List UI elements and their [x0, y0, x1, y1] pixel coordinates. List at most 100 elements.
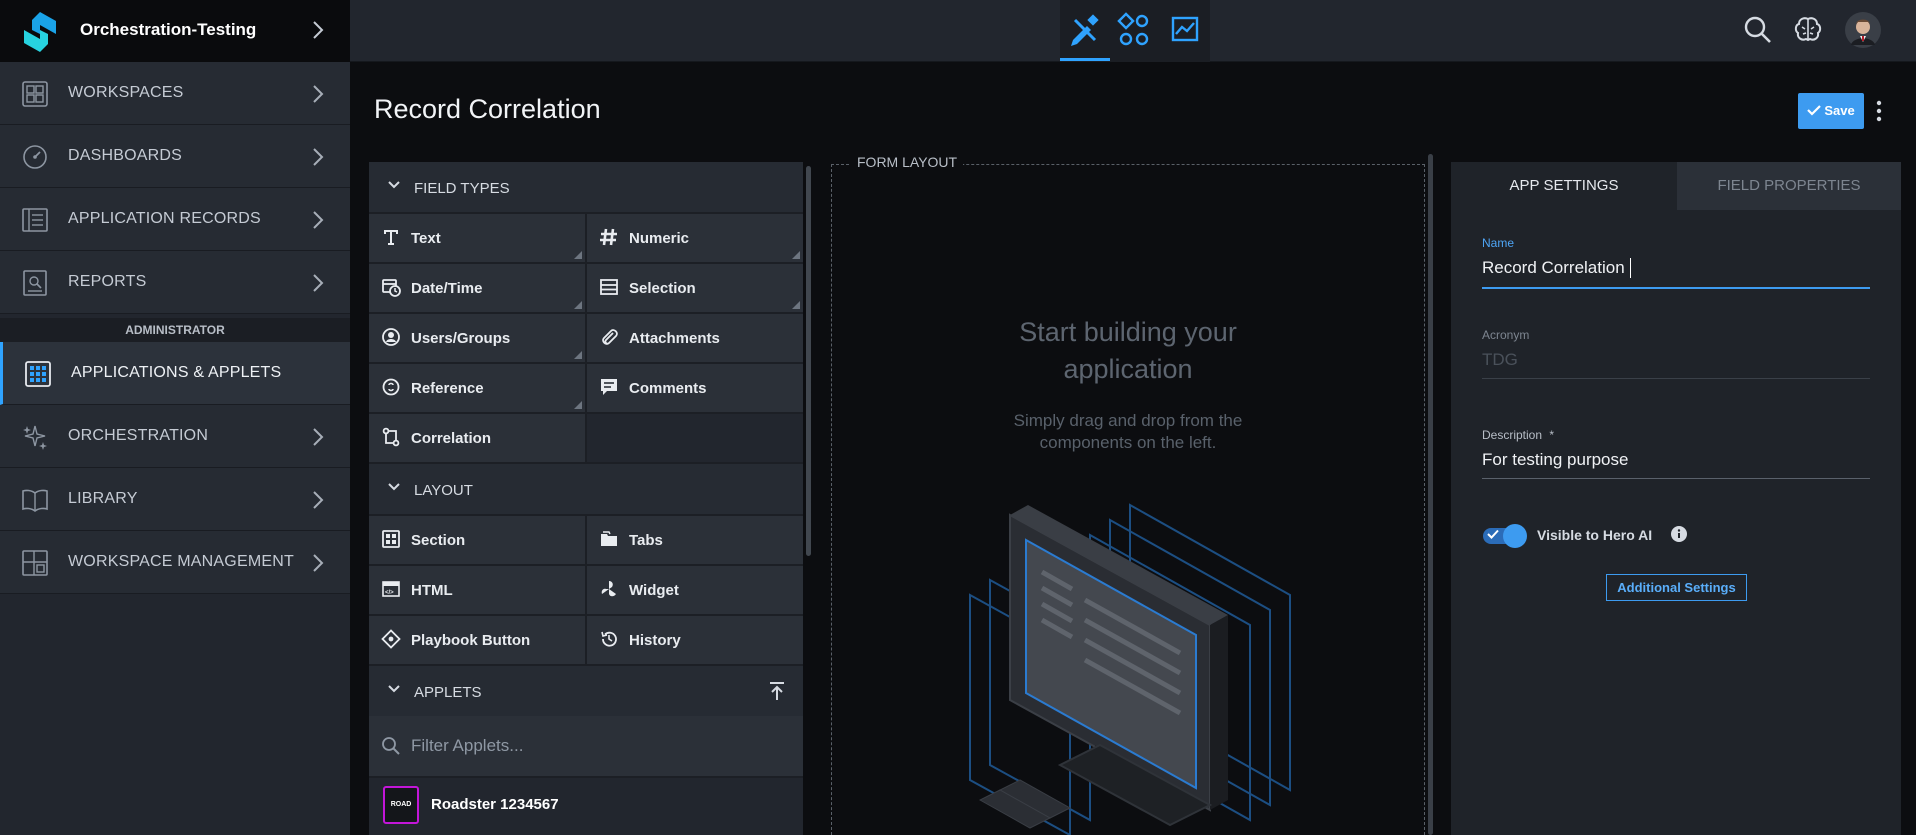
empty-sub-line: components on the left. — [1039, 433, 1217, 452]
panel-scrollbar[interactable] — [806, 166, 811, 556]
visible-to-hero-ai-toggle[interactable] — [1483, 524, 1529, 548]
field-types-header[interactable]: FIELD TYPES — [369, 162, 803, 212]
chevron-right-icon — [313, 554, 324, 572]
chevron-right-icon — [313, 85, 324, 103]
user-avatar[interactable] — [1845, 12, 1881, 48]
acronym-label: Acronym — [1482, 328, 1530, 342]
field-label: Numeric — [629, 230, 690, 247]
widget-icon — [601, 581, 616, 597]
tenant-switcher[interactable]: Orchestration-Testing — [0, 0, 350, 62]
additional-settings-button[interactable]: Additional Settings — [1606, 574, 1747, 601]
section-label: APPLETS — [414, 684, 482, 701]
required-marker: * — [1549, 428, 1555, 442]
active-tab-indicator — [1060, 58, 1110, 61]
section-label: LAYOUT — [414, 482, 473, 499]
dashboard-gauge-icon — [23, 145, 47, 169]
sidebar-item-library[interactable]: LIBRARY — [0, 468, 350, 531]
description-label-text: Description — [1482, 428, 1543, 442]
collapse-to-top-icon[interactable] — [769, 681, 785, 701]
acronym-field[interactable]: TDG — [1482, 350, 1518, 370]
applet-name: Roadster 1234567 — [431, 796, 559, 813]
applets-header[interactable]: APPLETS — [369, 666, 803, 716]
layout-history[interactable]: History — [587, 616, 803, 664]
name-field[interactable]: Record Correlation — [1482, 258, 1625, 278]
hash-icon — [600, 228, 617, 246]
filter-applets-input[interactable] — [411, 732, 781, 760]
empty-state-title: Start building your application — [831, 314, 1425, 388]
sidebar-item-applications-applets[interactable]: APPLICATIONS & APPLETS — [0, 342, 350, 405]
field-type-reference[interactable]: Reference — [369, 364, 585, 412]
field-label: Reference — [411, 380, 484, 397]
save-button[interactable]: Save — [1798, 93, 1864, 129]
text-caret — [1630, 258, 1631, 278]
reports-icon — [23, 270, 47, 296]
playbook-icon — [381, 629, 401, 649]
applet-item[interactable]: ROAD Roadster 1234567 — [369, 778, 803, 835]
chart-icon[interactable] — [1165, 12, 1205, 48]
field-type-attachments[interactable]: Attachments — [587, 314, 803, 362]
chevron-down-icon — [388, 483, 400, 491]
chevron-right-icon — [313, 211, 324, 229]
field-label: Section — [411, 532, 466, 549]
field-type-numeric[interactable]: Numeric — [587, 214, 803, 262]
empty-title-line: Start building your — [1019, 317, 1237, 347]
layout-playbook-button[interactable]: Playbook Button — [369, 616, 585, 664]
field-label: Tabs — [629, 532, 663, 549]
field-label: Attachments — [629, 330, 720, 347]
description-field[interactable]: For testing purpose — [1482, 450, 1628, 470]
corner-indicator — [792, 301, 800, 309]
sidebar-item-label: APPLICATION RECORDS — [68, 210, 261, 227]
checkmark-icon — [1487, 529, 1499, 539]
toggle-knob — [1503, 524, 1527, 548]
sidebar-item-workspace-management[interactable]: WORKSPACE MANAGEMENT — [0, 531, 350, 594]
field-label: Date/Time — [411, 280, 483, 297]
layout-section[interactable]: Section — [369, 516, 585, 564]
layout-html[interactable]: </> HTML — [369, 566, 585, 614]
acronym-underline — [1482, 378, 1870, 379]
field-type-text[interactable]: Text — [369, 214, 585, 262]
search-icon[interactable] — [1742, 14, 1774, 46]
layout-widget[interactable]: Widget — [587, 566, 803, 614]
chevron-right-icon — [313, 21, 324, 39]
sidebar-item-dashboards[interactable]: DASHBOARDS — [0, 125, 350, 188]
field-type-correlation[interactable]: Correlation — [369, 414, 585, 462]
sidebar-item-workspaces[interactable]: WORKSPACES — [0, 62, 350, 125]
field-type-selection[interactable]: Selection — [587, 264, 803, 312]
corner-indicator — [574, 301, 582, 309]
section-label: FIELD TYPES — [414, 180, 510, 197]
sidebar-item-label: WORKSPACES — [68, 84, 184, 101]
field-label: Playbook Button — [411, 632, 531, 649]
field-label: Correlation — [411, 430, 492, 447]
workflow-icon[interactable] — [1115, 12, 1155, 48]
ai-brain-icon[interactable] — [1792, 14, 1824, 46]
checkmark-icon — [1807, 105, 1822, 116]
sidebar-item-label: DASHBOARDS — [68, 147, 183, 164]
field-type-datetime[interactable]: Date/Time — [369, 264, 585, 312]
grid-icon — [382, 530, 400, 548]
field-label: HTML — [411, 582, 453, 599]
info-icon[interactable] — [1671, 526, 1687, 542]
field-label: Widget — [629, 582, 679, 599]
tab-app-settings[interactable]: APP SETTINGS — [1451, 162, 1677, 210]
field-type-comments[interactable]: Comments — [587, 364, 803, 412]
form-scrollbar[interactable] — [1428, 154, 1433, 835]
chevron-down-icon — [388, 181, 400, 189]
administrator-header: ADMINISTRATOR — [0, 318, 350, 342]
layout-header[interactable]: LAYOUT — [369, 464, 803, 514]
chevron-down-icon — [388, 685, 400, 693]
tab-field-properties[interactable]: FIELD PROPERTIES — [1677, 162, 1901, 210]
field-label: History — [629, 632, 681, 649]
search-icon — [382, 737, 400, 755]
layout-tabs[interactable]: Tabs — [587, 516, 803, 564]
sidebar-item-orchestration[interactable]: ORCHESTRATION — [0, 405, 350, 468]
sidebar-item-reports[interactable]: REPORTS — [0, 251, 350, 314]
more-options-icon[interactable] — [1874, 98, 1884, 124]
tabs-icon — [601, 531, 617, 546]
field-type-users-groups[interactable]: Users/Groups — [369, 314, 585, 362]
empty-cell — [587, 414, 803, 462]
components-panel: FIELD TYPES Text Numeric Date/Time Selec… — [369, 162, 803, 835]
design-tools-icon[interactable] — [1065, 12, 1105, 48]
sidebar-item-application-records[interactable]: APPLICATION RECORDS — [0, 188, 350, 251]
book-icon — [22, 489, 48, 512]
sidebar-item-label: LIBRARY — [68, 490, 138, 507]
